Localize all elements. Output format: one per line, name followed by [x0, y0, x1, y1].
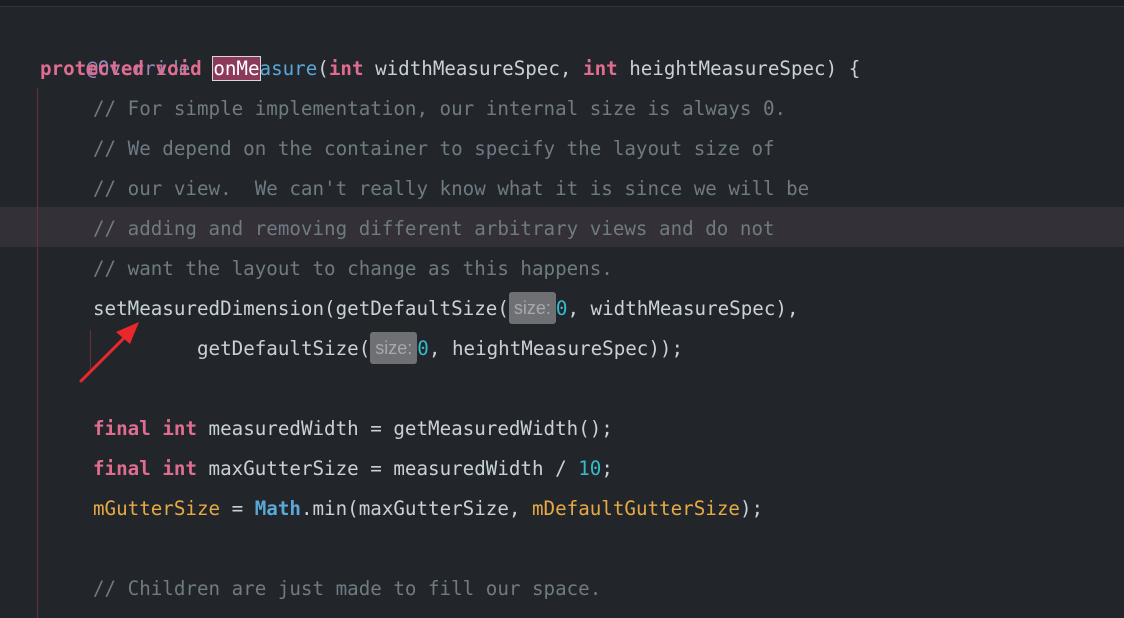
code-editor[interactable]: @Override protected void onMeasure(int w… — [0, 0, 1124, 618]
red-arrow-icon — [79, 322, 139, 383]
